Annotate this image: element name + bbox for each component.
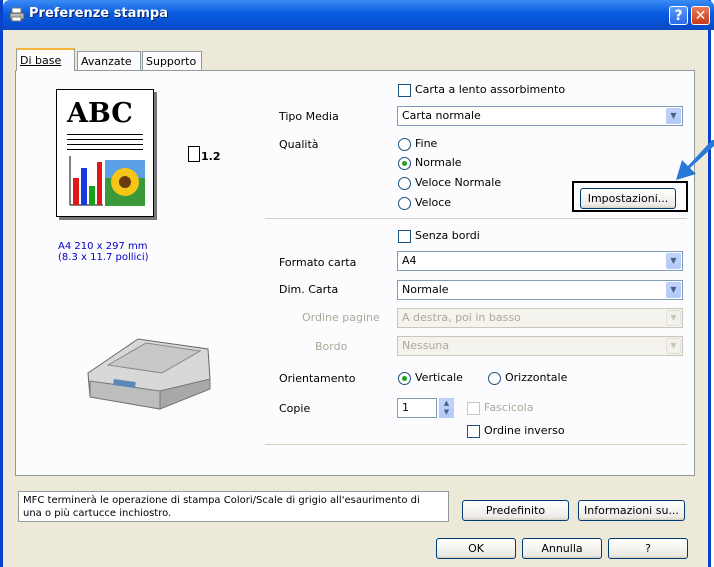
page-count: 1.2 [201, 150, 221, 163]
page-order-select: A destra, poi in basso ▼ [397, 308, 683, 328]
quality-fast-radio[interactable] [398, 197, 411, 210]
ok-button[interactable]: OK [436, 538, 516, 559]
paper-size-select[interactable]: A4 ▼ [397, 251, 683, 271]
divider [265, 444, 687, 445]
paper-size-line2: (8.3 x 11.7 pollici) [58, 252, 149, 263]
window-title: Preferenze stampa [29, 6, 168, 21]
help-dialog-button[interactable]: ? [608, 538, 688, 559]
quality-fast-normal-label: Veloce Normale [415, 176, 502, 189]
page-order-value: A destra, poi in basso [402, 311, 521, 324]
chevron-down-icon: ▼ [666, 253, 681, 269]
borderless-label: Senza bordi [415, 229, 480, 242]
cancel-button[interactable]: Annulla [522, 538, 602, 559]
quality-label: Qualità [279, 138, 319, 151]
quality-normal-radio[interactable] [398, 157, 411, 170]
copies-spinner[interactable]: ▲ ▼ [439, 398, 454, 418]
quality-normal-label: Normale [415, 156, 462, 169]
copies-input[interactable]: 1 [397, 398, 437, 418]
chevron-down-icon: ▼ [666, 310, 681, 326]
border-value: Nessuna [402, 339, 450, 352]
page-size-value: Normale [402, 283, 449, 296]
quality-fine-label: Fine [415, 137, 438, 150]
orientation-label: Orientamento [279, 372, 356, 385]
chevron-down-icon: ▼ [666, 108, 681, 124]
tab-label: Di base [20, 54, 62, 67]
page-size-select[interactable]: Normale ▼ [397, 280, 683, 300]
landscape-label: Orizzontale [505, 371, 568, 384]
landscape-radio[interactable] [488, 372, 501, 385]
printer-icon [9, 7, 25, 22]
sunflower-image [105, 160, 145, 206]
settings-button[interactable]: Impostazioni... [580, 188, 676, 209]
page-preview: ABC [56, 89, 154, 217]
quality-fast-normal-radio[interactable] [398, 177, 411, 190]
paper-size-line1: A4 210 x 297 mm [58, 241, 148, 252]
page-order-label: Ordine pagine [302, 311, 380, 324]
text-lines [67, 134, 143, 154]
copies-value: 1 [402, 401, 409, 414]
bar-chart-image [69, 156, 103, 206]
printer-image [87, 338, 211, 410]
slow-dry-paper-label: Carta a lento assorbimento [415, 83, 566, 96]
tab-di-base[interactable]: Di base [16, 48, 75, 71]
about-button[interactable]: Informazioni su... [578, 500, 685, 521]
page-count-icon [188, 146, 200, 162]
reverse-order-label: Ordine inverso [484, 424, 565, 437]
borderless-checkbox[interactable] [398, 230, 411, 243]
collate-checkbox [467, 402, 480, 415]
preview-abc: ABC [67, 98, 133, 129]
title-bar[interactable]: Preferenze stampa ? ✕ [3, 0, 714, 30]
default-button[interactable]: Predefinito [462, 500, 569, 521]
portrait-radio[interactable] [398, 372, 411, 385]
ink-message-line2: una o più cartucce inchiostro. [23, 508, 172, 519]
tab-avanzate[interactable]: Avanzate [77, 51, 141, 70]
slow-dry-paper-checkbox[interactable] [398, 84, 411, 97]
border-label: Bordo [315, 340, 348, 353]
callout-arrow-icon [676, 140, 714, 180]
divider [265, 218, 687, 219]
help-button[interactable]: ? [669, 6, 688, 25]
copies-label: Copie [279, 402, 311, 415]
reverse-order-checkbox[interactable] [467, 425, 480, 438]
border-select: Nessuna ▼ [397, 336, 683, 356]
tab-supporto[interactable]: Supporto [142, 51, 202, 70]
quality-fast-label: Veloce [415, 196, 452, 209]
quality-fine-radio[interactable] [398, 138, 411, 151]
close-button[interactable]: ✕ [691, 6, 710, 25]
ink-message-line1: MFC terminerà le operazione di stampa Co… [23, 495, 420, 506]
media-type-value: Carta normale [402, 109, 481, 122]
ink-message-box: MFC terminerà le operazione di stampa Co… [18, 491, 449, 522]
paper-size-value: A4 [402, 254, 417, 267]
media-type-label: Tipo Media [279, 110, 339, 123]
portrait-label: Verticale [415, 371, 463, 384]
page-size-label: Dim. Carta [279, 283, 339, 296]
collate-label: Fascicola [484, 401, 534, 414]
chevron-down-icon: ▼ [666, 338, 681, 354]
paper-size-info: A4 210 x 297 mm (8.3 x 11.7 pollici) [58, 241, 149, 263]
media-type-select[interactable]: Carta normale ▼ [397, 106, 683, 126]
chevron-down-icon: ▼ [666, 282, 681, 298]
paper-size-label: Formato carta [279, 256, 357, 269]
